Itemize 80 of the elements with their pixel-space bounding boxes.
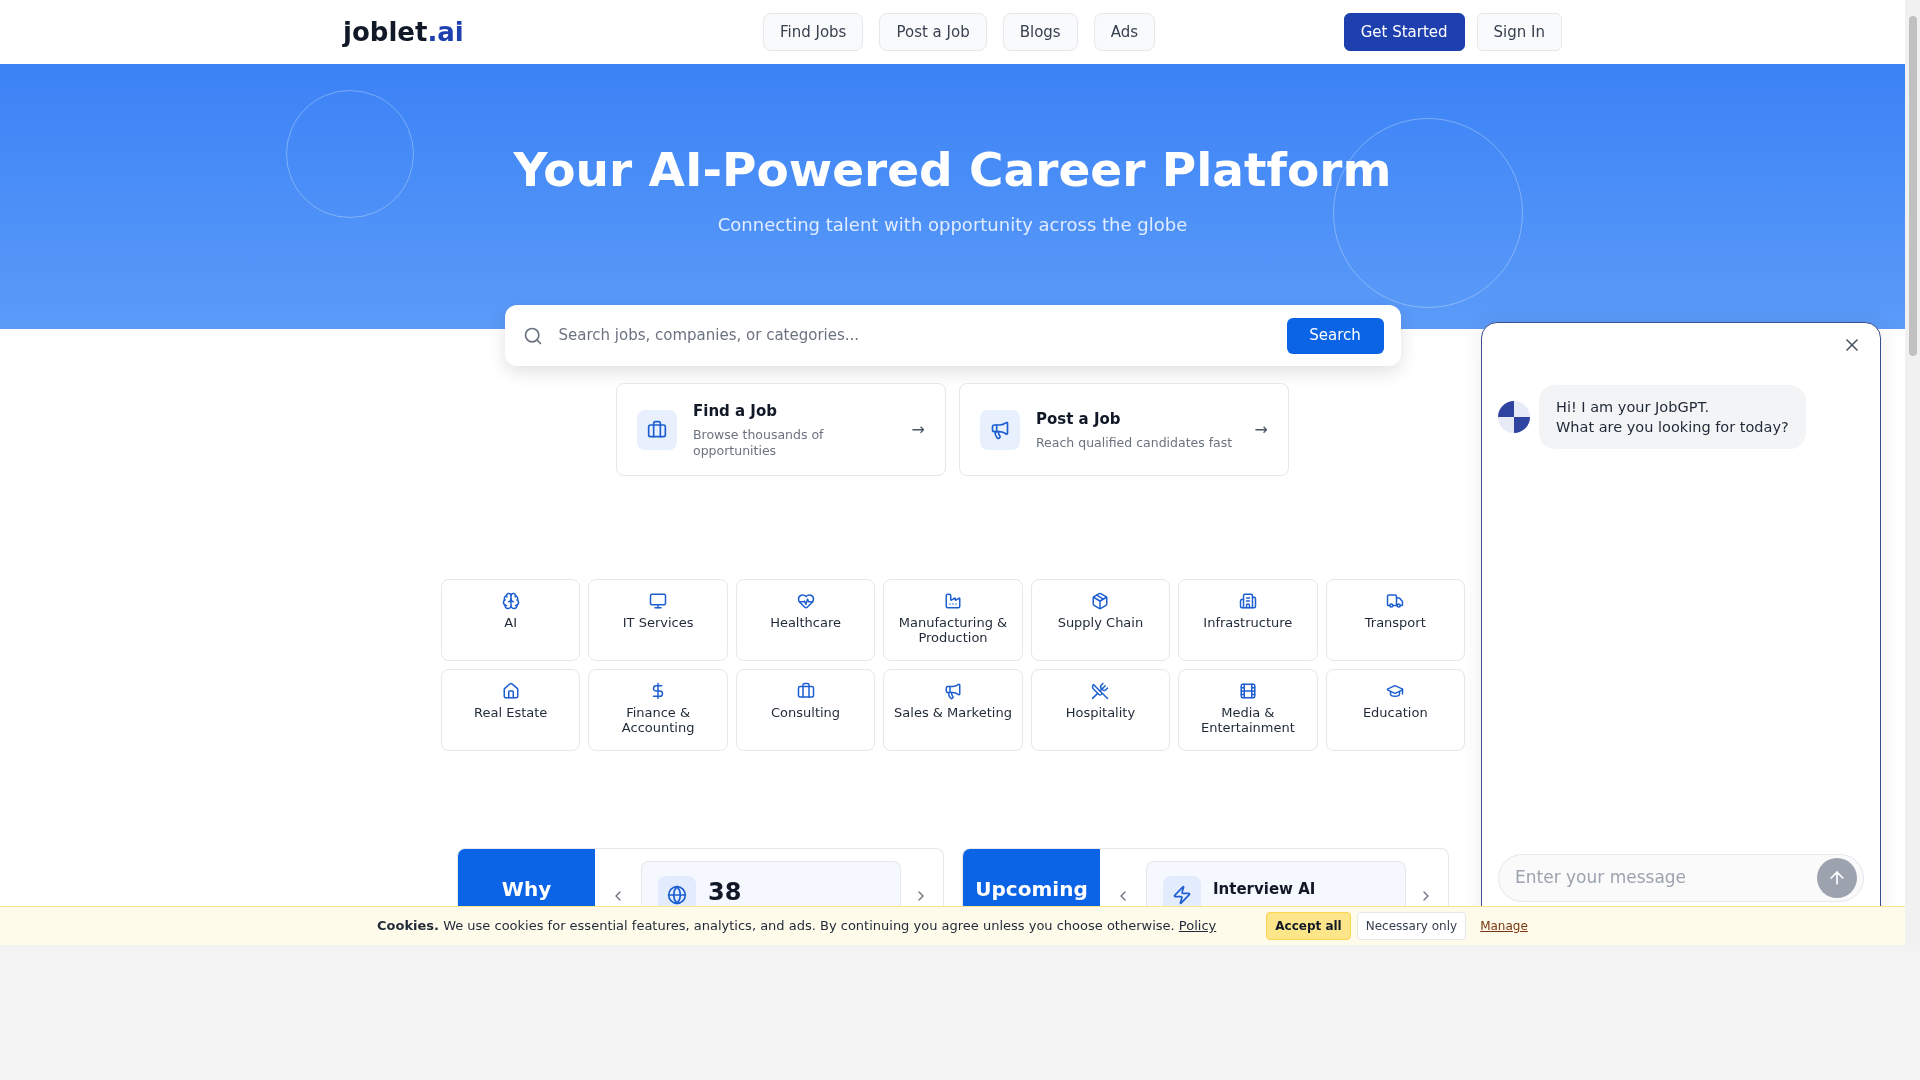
category-tile[interactable]: Finance & Accounting xyxy=(588,669,728,751)
nav-link[interactable]: Blogs xyxy=(1002,13,1078,51)
message-input[interactable]: Enter your message xyxy=(1498,854,1864,902)
manage-link[interactable]: Manage xyxy=(1472,912,1536,940)
sign-in-button[interactable]: Sign In xyxy=(1476,13,1562,51)
category-tile[interactable]: Manufacturing & Production xyxy=(883,579,1023,661)
category-label: Media & Entertainment xyxy=(1199,705,1296,735)
stat-card[interactable]: Interview AI xyxy=(1146,861,1406,906)
category-label: IT Services xyxy=(622,615,694,630)
building-icon xyxy=(1238,592,1257,610)
card-description: Browse thousands of opportunities xyxy=(693,426,825,459)
category-label: Manufacturing & Production xyxy=(897,615,1009,645)
utensils-icon xyxy=(1091,682,1110,700)
bot-avatar xyxy=(1498,401,1530,433)
category-label: Education xyxy=(1362,705,1428,720)
stat-value: Interview AI xyxy=(1213,879,1316,900)
category-label: Finance & Accounting xyxy=(620,705,696,735)
card-title: Find a Job xyxy=(693,401,778,423)
lightning-icon xyxy=(1163,876,1201,906)
message-field[interactable]: Enter your message xyxy=(1515,865,1817,891)
category-tile[interactable]: Healthcare xyxy=(735,579,876,661)
logo[interactable]: joblet.ai xyxy=(343,12,463,52)
heart-pulse-icon xyxy=(796,592,815,610)
category-label: Hospitality xyxy=(1065,705,1136,720)
stat-card[interactable]: 38 xyxy=(641,861,901,906)
card-title: Post a Job xyxy=(1036,409,1122,431)
category-label: AI xyxy=(504,615,518,630)
monitor-icon xyxy=(649,592,668,610)
search-bar[interactable]: Search jobs, companies, or categories... Search xyxy=(504,305,1401,366)
action-card[interactable]: Find a Job Browse thousands of opportunities → xyxy=(616,383,946,476)
category-tile[interactable]: Supply Chain xyxy=(1030,579,1171,661)
get-started-button[interactable]: Get Started xyxy=(1343,13,1465,51)
category-tile[interactable]: Sales & Marketing xyxy=(883,669,1023,751)
hero-title: Your AI-Powered Career Platform xyxy=(513,146,1392,193)
stat-value: 38 xyxy=(708,877,742,906)
category-tile[interactable]: Real Estate xyxy=(441,669,581,751)
nav-link[interactable]: Find Jobs xyxy=(763,13,864,51)
action-card[interactable]: Post a Job Reach qualified candidates fast → xyxy=(959,383,1289,476)
film-icon xyxy=(1238,682,1257,700)
nav-link[interactable]: Ads xyxy=(1093,13,1156,51)
policy-link[interactable]: Policy xyxy=(1178,918,1217,934)
brain-icon xyxy=(501,592,520,610)
search-button[interactable]: Search xyxy=(1286,317,1384,354)
scrollbar[interactable] xyxy=(1905,0,1920,945)
category-tile[interactable]: IT Services xyxy=(588,579,728,661)
category-label: Supply Chain xyxy=(1057,615,1144,630)
category-label: Real Estate xyxy=(474,705,548,720)
category-tile[interactable]: Media & Entertainment xyxy=(1178,669,1318,751)
category-label: Healthcare xyxy=(770,615,841,630)
chat-bubble: Hi! I am your JobGPT. What are you looking for today? xyxy=(1539,385,1806,449)
category-label: Consulting xyxy=(771,705,841,720)
globe-icon xyxy=(658,876,696,906)
card-description: Reach qualified candidates fast xyxy=(1036,434,1234,451)
graduation-cap-icon xyxy=(1386,682,1405,700)
package-icon xyxy=(1091,592,1110,610)
category-tile[interactable]: Transport xyxy=(1325,579,1465,661)
category-tile[interactable]: AI xyxy=(441,579,581,661)
category-tile[interactable]: Consulting xyxy=(735,669,876,751)
category-label: Transport xyxy=(1364,615,1426,630)
arrow-icon: → xyxy=(1254,417,1268,442)
category-tile[interactable]: Infrastructure xyxy=(1178,579,1318,661)
accept-all-button[interactable]: Accept all xyxy=(1266,912,1351,940)
hero-subtitle: Connecting talent with opportunity across the globe xyxy=(717,213,1188,237)
briefcase-icon xyxy=(637,409,677,450)
house-icon xyxy=(501,682,520,700)
search-icon xyxy=(522,325,543,346)
nav-link[interactable]: Post a Job xyxy=(879,13,987,51)
category-label: Sales & Marketing xyxy=(894,705,1012,720)
category-tile[interactable]: Education xyxy=(1325,669,1465,751)
truck-icon xyxy=(1386,592,1405,610)
category-tile[interactable]: Hospitality xyxy=(1030,669,1171,751)
arrow-icon: → xyxy=(911,417,925,442)
category-label: Infrastructure xyxy=(1203,615,1293,630)
necessary-only-button[interactable]: Necessary only xyxy=(1356,912,1467,940)
megaphone-icon xyxy=(944,682,962,700)
search-field[interactable]: Search jobs, companies, or categories... xyxy=(558,324,1287,347)
cookie-notice: Cookies. We use cookies for essential features, analytics, and ads. By continuing you agree unless you choose otherwise. Policy xyxy=(377,917,1217,936)
factory-icon xyxy=(944,592,962,610)
briefcase-icon xyxy=(796,682,815,700)
megaphone-icon xyxy=(980,409,1020,450)
